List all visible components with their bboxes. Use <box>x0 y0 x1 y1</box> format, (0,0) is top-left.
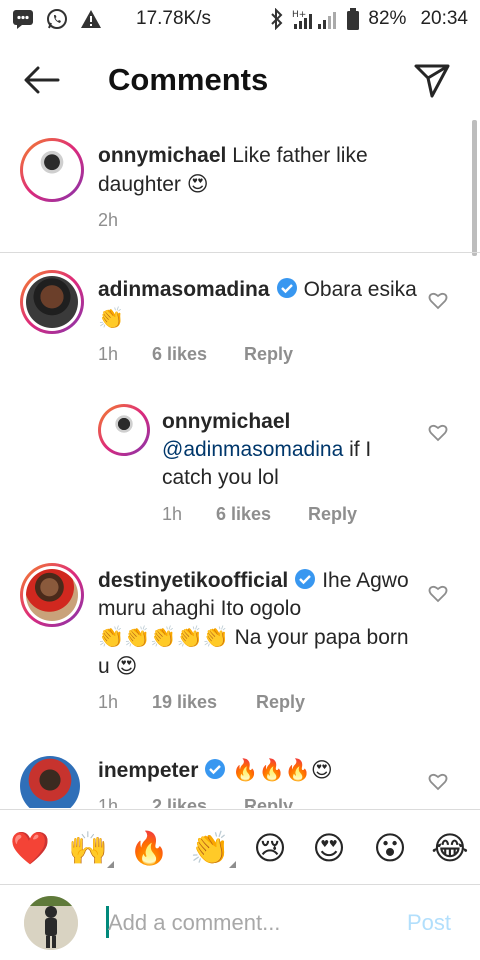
react-clap[interactable]: 👏 <box>188 826 236 870</box>
comment-partial: inempeter 🔥🔥🔥😍 1h 2 likes Reply <box>0 740 480 808</box>
react-laughing[interactable]: 😂 <box>428 826 472 870</box>
heart-emoji: ❤️ <box>10 829 50 867</box>
likes-count[interactable]: 6 likes <box>152 344 244 365</box>
avatar-photo <box>26 569 78 621</box>
comment-meta: 1h 6 likes Reply <box>98 344 293 365</box>
likes-count[interactable]: 2 likes <box>152 796 244 808</box>
avatar[interactable] <box>98 404 150 456</box>
bluetooth-icon <box>270 8 284 30</box>
comment-meta: 1h 6 likes Reply <box>162 504 357 525</box>
comment-username[interactable]: destinyetikoofficial <box>98 569 288 592</box>
comment-input[interactable] <box>108 906 378 940</box>
fire-emoji: 🔥 <box>129 829 169 867</box>
avatar-photo <box>104 410 144 450</box>
comment-text: onnymichael Like father like daughter 😍 <box>98 142 428 199</box>
heart-eyes-emoji: 😍 <box>186 172 209 196</box>
comment-username[interactable]: onnymichael <box>98 144 226 167</box>
comment-time: 2h <box>98 210 119 230</box>
signal-icon: H+ <box>292 8 338 30</box>
comment-text: adinmasomadina Obara esika 👏 <box>98 276 418 333</box>
like-heart-icon[interactable] <box>428 291 448 311</box>
warning-icon <box>80 9 102 29</box>
clap-emoji-row: 👏👏👏👏👏 <box>98 625 229 649</box>
skin-tone-indicator <box>229 861 236 868</box>
scrollbar[interactable] <box>472 120 477 256</box>
comment-text: destinyetikoofficial Ihe Agwo muru ahaghi… <box>98 567 418 681</box>
current-user-avatar <box>24 896 78 950</box>
comment-body: Obara esika <box>303 278 417 301</box>
comment-time: 1h <box>98 796 119 808</box>
likes-count[interactable]: 19 likes <box>152 692 256 713</box>
fire-emoji-row: 🔥🔥🔥😍 <box>232 758 333 782</box>
like-heart-icon[interactable] <box>428 423 448 443</box>
header: Comments <box>0 38 480 122</box>
page-title: Comments <box>108 62 269 97</box>
avatar[interactable] <box>20 138 84 202</box>
whatsapp-icon <box>46 8 68 30</box>
user-photo-icon <box>24 896 78 950</box>
avatar[interactable] <box>20 270 84 334</box>
comment-compose-bar: Post <box>0 886 480 960</box>
mention-link[interactable]: @adinmasomadina <box>162 438 343 461</box>
clap-emoji: 👏 <box>190 829 230 867</box>
comment-time: 1h <box>98 344 119 364</box>
back-button[interactable] <box>24 62 60 98</box>
verified-badge-icon <box>295 569 316 589</box>
like-heart-icon[interactable] <box>428 772 448 792</box>
sad-emoji: 😢 <box>253 829 287 867</box>
comment-username[interactable]: adinmasomadina <box>98 278 270 301</box>
emoji-reaction-bar: ❤️ 🙌 🔥 👏 😢 😍 😮 😂 <box>0 809 480 885</box>
heart-eyes-emoji: 😍 <box>115 654 138 678</box>
comment-username[interactable]: inempeter <box>98 759 198 782</box>
reply-button[interactable]: Reply <box>244 344 293 365</box>
avatar-photo <box>26 144 78 196</box>
comment-username[interactable]: onnymichael <box>162 410 290 433</box>
share-button[interactable] <box>412 60 452 100</box>
reply-button[interactable]: Reply <box>256 692 305 713</box>
react-surprised[interactable]: 😮 <box>368 826 412 870</box>
post-button[interactable]: Post <box>407 910 451 936</box>
comment-time: 1h <box>162 504 183 524</box>
verified-badge-icon <box>276 278 297 298</box>
back-arrow-icon <box>24 66 60 94</box>
react-heart-eyes[interactable]: 😍 <box>307 826 351 870</box>
react-fire[interactable]: 🔥 <box>127 826 171 870</box>
likes-count[interactable]: 6 likes <box>216 504 308 525</box>
message-icon <box>12 9 34 29</box>
comment-meta: 1h 19 likes Reply <box>98 692 305 713</box>
react-heart[interactable]: ❤️ <box>8 826 52 870</box>
network-speed: 17.78K/s <box>136 8 211 29</box>
avatar-photo <box>20 756 80 808</box>
surprised-emoji: 😮 <box>373 829 407 867</box>
clap-emoji: 👏 <box>98 306 125 330</box>
comment-meta: 1h 2 likes Reply <box>98 796 293 808</box>
verified-badge-icon <box>205 759 226 779</box>
avatar[interactable] <box>20 563 84 627</box>
divider <box>0 252 480 253</box>
laughing-emoji: 😂 <box>431 829 469 867</box>
skin-tone-indicator <box>107 861 114 868</box>
paper-plane-icon <box>414 64 450 98</box>
comment-meta: 2h <box>98 210 118 231</box>
react-sad[interactable]: 😢 <box>248 826 292 870</box>
raised-hands-emoji: 🙌 <box>68 829 108 867</box>
status-bar: 17.78K/s H+ 82% 20:34 <box>0 0 480 38</box>
comment-text: onnymichael @adinmasomadina if I catch y… <box>162 408 424 492</box>
avatar-photo <box>26 276 78 328</box>
battery-level: 82% <box>368 8 407 29</box>
reply-button[interactable]: Reply <box>244 796 293 808</box>
comment-text: inempeter 🔥🔥🔥😍 <box>98 756 418 785</box>
avatar[interactable] <box>20 756 80 808</box>
battery-icon <box>346 8 360 30</box>
reply-button[interactable]: Reply <box>308 504 357 525</box>
like-heart-icon[interactable] <box>428 584 448 604</box>
react-raised-hands[interactable]: 🙌 <box>66 826 114 870</box>
heart-eyes-emoji: 😍 <box>312 829 346 867</box>
comment-time: 1h <box>98 692 119 712</box>
clock: 20:34 <box>420 8 468 29</box>
